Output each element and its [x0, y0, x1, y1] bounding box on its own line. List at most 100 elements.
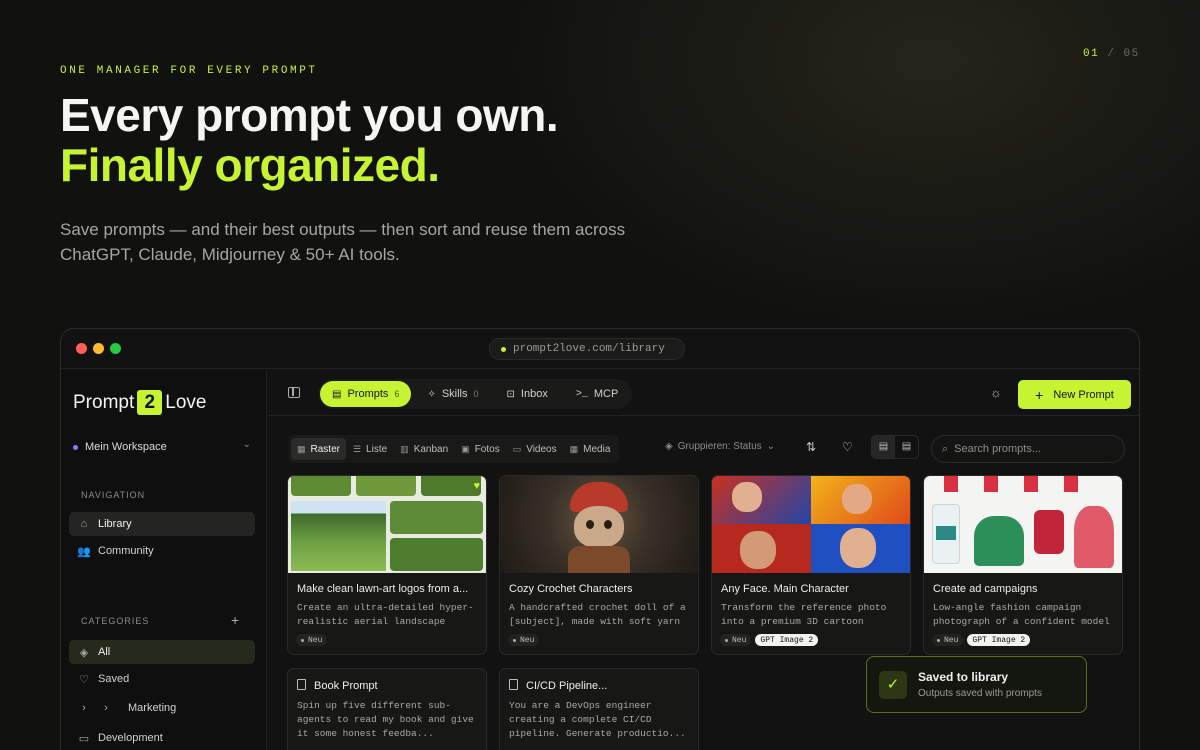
checkmark-icon: ✓ [879, 671, 907, 699]
tab-skills[interactable]: ✧ Skills 0 [415, 381, 490, 407]
headline-line-1: Every prompt you own. [60, 89, 559, 141]
folder-icon: ▭ [78, 732, 90, 745]
toast-subtitle: Outputs saved with prompts [918, 688, 1042, 699]
layers-icon: ◈ [79, 646, 89, 659]
minimize-window-button[interactable] [93, 343, 104, 354]
prompt-card[interactable]: Create ad campaigns Low-angle fashion ca… [923, 475, 1123, 655]
view-label: Liste [366, 443, 388, 455]
theme-toggle-icon[interactable]: ☼ [990, 385, 1002, 400]
tab-mcp[interactable]: >_ MCP [564, 381, 630, 407]
search-icon: ⌕ [942, 442, 949, 455]
density-toggle: ▤ ▤ [871, 435, 919, 459]
prompt-card[interactable]: Any Face. Main Character Transform the r… [711, 475, 911, 655]
category-label: Marketing [128, 702, 177, 714]
tag-new: Neu [508, 634, 540, 646]
url-bar[interactable]: prompt2love.com/library [489, 338, 685, 360]
workspace-dot-icon [73, 444, 78, 450]
list-icon: ☰ [352, 443, 362, 454]
view-media[interactable]: ▦ Media [564, 438, 617, 460]
cartoon-faces-thumbnail [712, 476, 910, 573]
headline-line-2: Finally organized. [60, 139, 440, 191]
new-prompt-button[interactable]: + New Prompt [1018, 380, 1131, 409]
card-tags: Neu GPT Image 2 [932, 634, 1031, 646]
workspace-switcher[interactable]: Mein Workspace ⌄ [73, 438, 255, 456]
heart-icon[interactable]: ♥ [473, 480, 480, 492]
category-label: Saved [98, 673, 130, 685]
fashion-ad-thumbnail [924, 476, 1122, 573]
compact-view-icon[interactable]: ▤ [872, 436, 895, 458]
category-label: Development [98, 732, 163, 744]
home-icon: ⌂ [80, 518, 88, 530]
sidebar-item-library[interactable]: ⌂ Library [69, 512, 255, 536]
tab-count: 6 [394, 389, 400, 399]
card-title: CI/CD Pipeline... [526, 680, 608, 692]
saved-toast: ✓ Saved to library Outputs saved with pr… [866, 656, 1087, 713]
view-videos[interactable]: ▭ Videos [507, 438, 563, 460]
prompt-card[interactable]: ♥ Make clean lawn-art logos from a... Cr… [287, 475, 487, 655]
close-window-button[interactable] [76, 343, 87, 354]
group-by-select[interactable]: ◈ Gruppieren: Status ⌄ [665, 441, 775, 452]
tag-new: Neu [932, 634, 964, 646]
new-prompt-label: New Prompt [1053, 388, 1114, 401]
sidebar: Prompt 2 Love Mein Workspace ⌄ NAVIGATIO… [61, 370, 267, 750]
favorites-filter-icon[interactable]: ♡ [842, 440, 853, 454]
window-titlebar: prompt2love.com/library [61, 329, 1139, 369]
document-icon: ▤ [332, 388, 342, 400]
prompt-card[interactable]: Book Prompt Spin up five different sub-a… [287, 668, 487, 750]
comfortable-view-icon[interactable]: ▤ [895, 436, 918, 458]
tag-model: GPT Image 2 [967, 634, 1031, 646]
video-icon: ▭ [512, 443, 522, 454]
card-title: Cozy Crochet Characters [509, 583, 633, 595]
sidebar-toggle-icon[interactable] [288, 387, 300, 398]
card-title: Any Face. Main Character [721, 583, 849, 595]
category-development[interactable]: ▭ Development [69, 726, 255, 750]
sort-icon[interactable]: ⇅ [806, 440, 816, 454]
categories-heading: CATEGORIES [81, 616, 150, 626]
logo-text-left: Prompt [73, 391, 135, 413]
secure-dot-icon [501, 346, 506, 352]
chevron-right-icon[interactable]: › [76, 702, 92, 714]
view-fotos[interactable]: ▣ Fotos [455, 438, 506, 460]
tab-label: MCP [593, 388, 619, 400]
category-label: All [98, 646, 111, 658]
card-description: Spin up five different sub-agents to rea… [297, 700, 474, 739]
pager-separator: / [1107, 48, 1116, 60]
view-liste[interactable]: ☰ Liste [347, 438, 393, 460]
tag-new: Neu [720, 634, 752, 646]
view-label: Kanban [413, 443, 449, 455]
prompt-card[interactable]: Cozy Crochet Characters A handcrafted cr… [499, 475, 699, 655]
app-logo[interactable]: Prompt 2 Love [73, 390, 206, 415]
document-icon [297, 679, 306, 690]
stack-icon: ◈ [665, 441, 673, 452]
add-category-icon[interactable]: + [231, 612, 239, 628]
maximize-window-button[interactable] [110, 343, 121, 354]
category-marketing[interactable]: › › Marketing [69, 696, 255, 720]
card-title-row: CI/CD Pipeline... [509, 679, 691, 692]
tab-label: Prompts [347, 388, 389, 400]
tab-inbox[interactable]: ⊡ Inbox [495, 381, 560, 407]
card-tags: Neu [296, 634, 328, 646]
card-title: Book Prompt [314, 680, 378, 692]
view-raster[interactable]: ▦ Raster [291, 438, 346, 460]
category-all[interactable]: ◈ All [69, 640, 255, 664]
card-title-row: Book Prompt [297, 679, 479, 692]
prompt-card[interactable]: CI/CD Pipeline... You are a DevOps engin… [499, 668, 699, 750]
card-description: Low-angle fashion campaign photograph of… [933, 602, 1110, 627]
pager-current: 01 [1083, 48, 1100, 60]
sidebar-item-community[interactable]: 👥 Community [69, 539, 255, 563]
sidebar-item-label: Community [98, 545, 154, 557]
view-kanban[interactable]: ▥ Kanban [394, 438, 454, 460]
grid-icon: ▦ [297, 443, 306, 454]
tab-count: 0 [473, 389, 479, 399]
inbox-icon: ⊡ [506, 388, 515, 400]
card-tags: Neu GPT Image 2 [720, 634, 819, 646]
search-input[interactable] [954, 443, 1105, 455]
nav-heading: NAVIGATION [81, 490, 146, 500]
category-saved[interactable]: ♡ Saved [69, 667, 255, 691]
search-box: ⌕ [931, 435, 1125, 463]
sidebar-item-label: Library [98, 518, 132, 530]
toast-title: Saved to library [918, 670, 1009, 684]
terminal-icon: >_ [575, 388, 588, 400]
url-text: prompt2love.com/library [513, 343, 665, 355]
tab-prompts[interactable]: ▤ Prompts 6 [320, 381, 412, 407]
